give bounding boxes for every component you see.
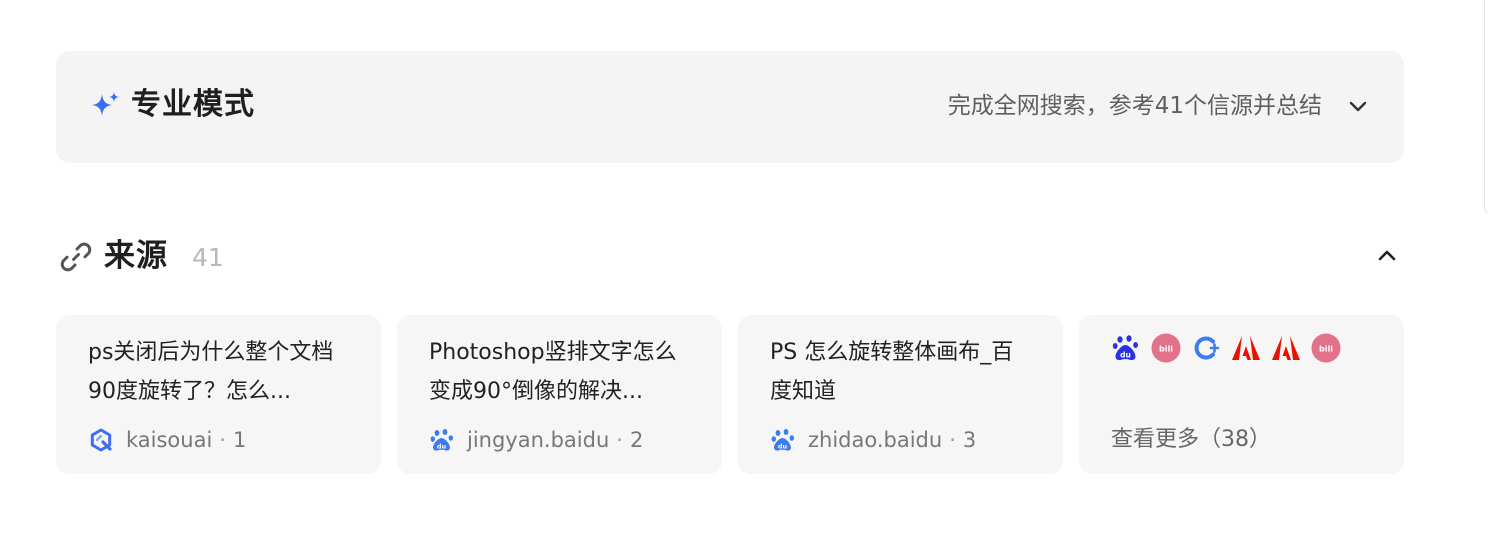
- bilibili-icon: bili: [1151, 333, 1181, 363]
- source-index: 1: [232, 428, 247, 452]
- svg-text:du: du: [778, 443, 788, 451]
- cplus-icon: [1194, 336, 1220, 360]
- sources-title: 来源: [104, 238, 168, 274]
- search-summary: 完成全网搜索，参考41个信源并总结: [947, 93, 1322, 119]
- source-card-title: PS 怎么旋转整体画布_百度知道: [770, 340, 1014, 404]
- sources-header: 来源 41: [56, 232, 1404, 280]
- kaisouai-icon: [90, 428, 112, 452]
- source-domain: kaisouai: [126, 428, 213, 452]
- source-domain: zhidao.baidu: [808, 428, 943, 452]
- chevron-down-icon[interactable]: [1346, 94, 1370, 118]
- source-index: 3: [962, 428, 977, 452]
- baidu-icon: du: [430, 429, 453, 451]
- scrollbar-edge: [1484, 0, 1488, 213]
- source-card-meta: du zhidao.baidu · 3: [770, 425, 976, 455]
- baidu-icon: du: [771, 429, 794, 451]
- svg-text:du: du: [1120, 351, 1131, 360]
- baidu-icon: du: [1112, 335, 1138, 361]
- link-icon: [60, 242, 92, 272]
- svg-text:bili: bili: [1319, 345, 1333, 354]
- adobe-icon: [1272, 336, 1300, 360]
- source-card[interactable]: PS 怎么旋转整体画布_百度知道 du zhidao.baidu · 3: [738, 315, 1063, 474]
- more-sources-icons: du bili bili: [1111, 331, 1351, 365]
- source-card-meta: kaisouai · 1: [88, 425, 246, 455]
- svg-text:du: du: [437, 443, 447, 451]
- source-card[interactable]: ps关闭后为什么整个文档90度旋转了？怎么... kaisouai · 1: [56, 315, 381, 474]
- adobe-icon: [1232, 336, 1260, 360]
- source-card-title: Photoshop竖排文字怎么变成90°倒像的解决...: [429, 340, 677, 404]
- view-more-link[interactable]: 查看更多（38）: [1111, 423, 1271, 457]
- sparkle-icon: [92, 92, 119, 116]
- chevron-up-icon[interactable]: [1374, 243, 1400, 269]
- source-domain: jingyan.baidu: [467, 428, 610, 452]
- sources-count: 41: [192, 243, 224, 272]
- source-card-meta: du jingyan.baidu · 2: [429, 425, 643, 455]
- more-sources-card[interactable]: du bili bili 查看更多（38）: [1079, 315, 1404, 474]
- source-card[interactable]: Photoshop竖排文字怎么变成90°倒像的解决... du jingyan.…: [397, 315, 722, 474]
- source-card-title: ps关闭后为什么整个文档90度旋转了？怎么...: [88, 340, 334, 404]
- source-index: 2: [629, 428, 644, 452]
- source-cards: ps关闭后为什么整个文档90度旋转了？怎么... kaisouai · 1 Ph…: [56, 315, 1404, 475]
- pro-mode-title: 专业模式: [131, 87, 255, 122]
- pro-mode-panel[interactable]: 专业模式 完成全网搜索，参考41个信源并总结: [56, 51, 1404, 163]
- bilibili-icon: bili: [1311, 333, 1341, 363]
- svg-text:bili: bili: [1159, 345, 1173, 354]
